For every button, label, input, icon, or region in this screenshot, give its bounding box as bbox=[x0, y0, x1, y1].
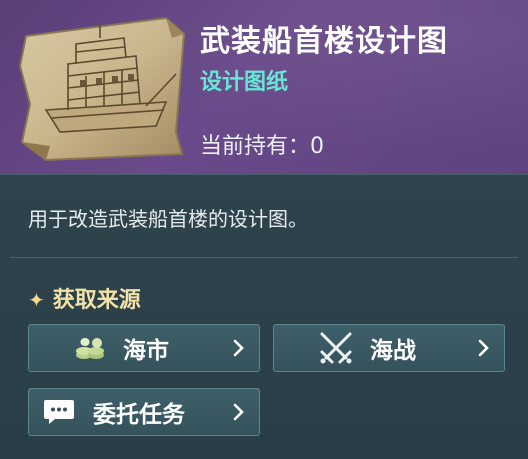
sources-title: 获取来源 bbox=[52, 288, 141, 313]
owned-count-row: 当前持有：0 bbox=[200, 128, 324, 160]
item-details: 用于改造武装船首楼的设计图。 ✦ 获取来源 海市 海战 委托任务 bbox=[0, 174, 528, 459]
source-label-commission: 委托任务 bbox=[93, 402, 185, 428]
ship-blueprint-thumbnail bbox=[18, 16, 186, 162]
source-label-market: 海市 bbox=[123, 338, 169, 364]
source-button-market[interactable]: 海市 bbox=[28, 324, 260, 372]
chevron-right-icon bbox=[478, 339, 489, 357]
divider bbox=[10, 257, 518, 258]
item-category: 设计图纸 bbox=[200, 70, 289, 95]
sources-heading: ✦ 获取来源 bbox=[28, 282, 141, 314]
chevron-right-icon bbox=[233, 339, 244, 357]
sparkle-icon: ✦ bbox=[28, 288, 45, 312]
source-button-naval-battle[interactable]: 海战 bbox=[273, 324, 505, 372]
chevron-right-icon bbox=[233, 403, 244, 421]
crossed-swords-icon bbox=[320, 332, 352, 364]
item-description: 用于改造武装船首楼的设计图。 bbox=[28, 207, 308, 231]
source-button-commission[interactable]: 委托任务 bbox=[28, 388, 260, 436]
source-label-naval-battle: 海战 bbox=[370, 338, 416, 364]
owned-count: 0 bbox=[310, 134, 325, 159]
coins-icon bbox=[76, 338, 104, 359]
chat-bubble-icon bbox=[44, 400, 74, 424]
item-title: 武装船首楼设计图 bbox=[200, 24, 448, 59]
owned-label: 当前持有： bbox=[200, 134, 311, 159]
item-header: 武装船首楼设计图 设计图纸 当前持有：0 bbox=[0, 0, 528, 174]
